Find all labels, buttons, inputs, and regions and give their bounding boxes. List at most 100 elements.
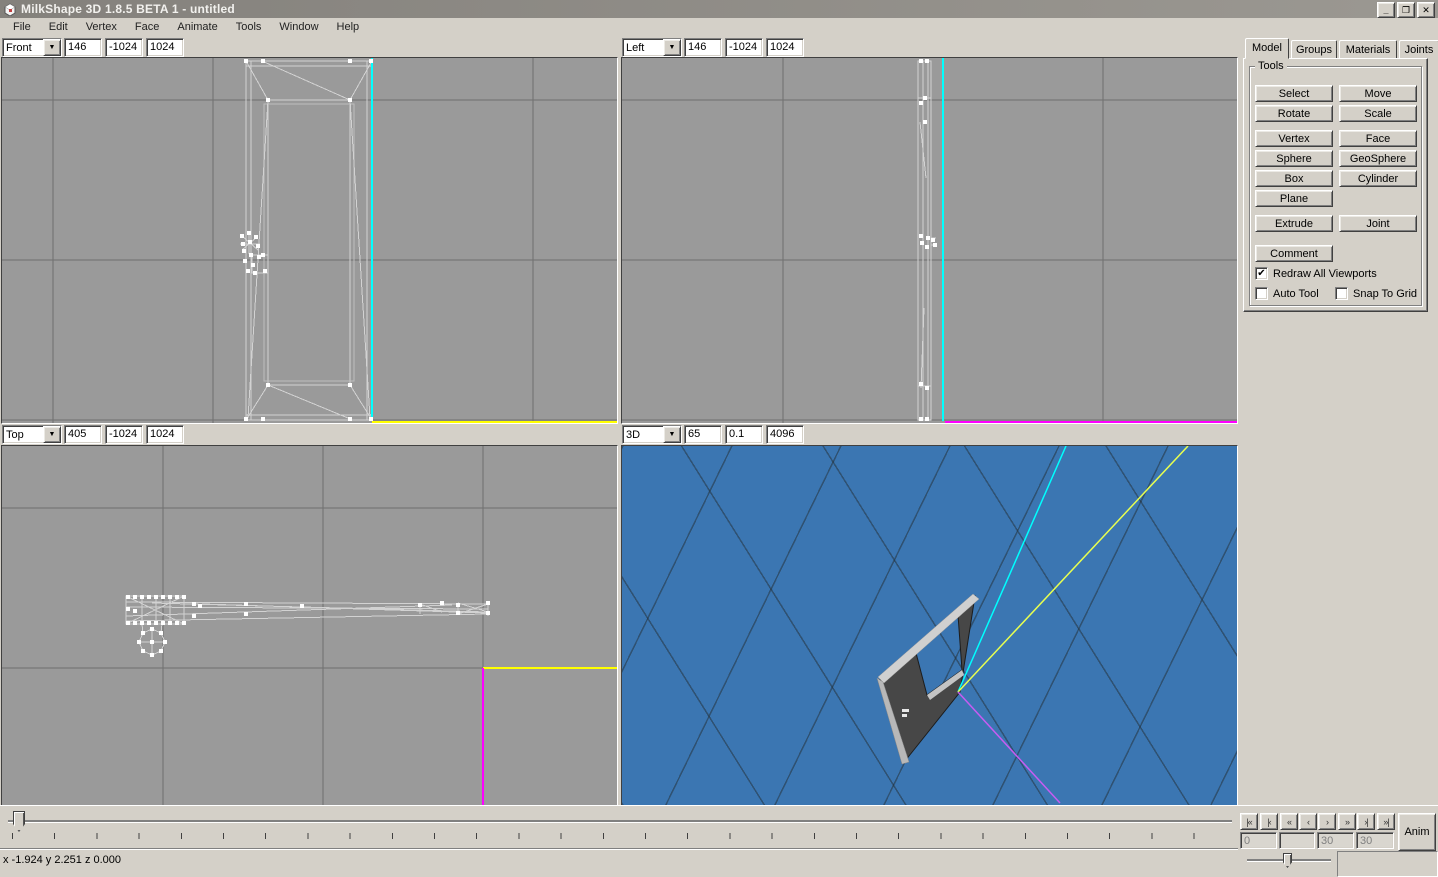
top-zoom-field[interactable]: 405 bbox=[64, 425, 102, 444]
scale-button[interactable]: Scale bbox=[1339, 105, 1417, 122]
tab-model[interactable]: Model bbox=[1245, 38, 1289, 59]
vertex-handle[interactable] bbox=[348, 59, 352, 63]
vertex-handle[interactable] bbox=[133, 595, 137, 599]
timeline-slider-thumb[interactable] bbox=[13, 811, 25, 832]
vertex-handle[interactable] bbox=[248, 240, 252, 244]
vertex-handle[interactable] bbox=[348, 98, 352, 102]
menu-edit[interactable]: Edit bbox=[40, 19, 77, 35]
vertex-handle[interactable] bbox=[175, 621, 179, 625]
vertex-handle[interactable] bbox=[456, 603, 460, 607]
vertex-handle[interactable] bbox=[175, 595, 179, 599]
viewport-front[interactable] bbox=[1, 57, 618, 424]
face-button[interactable]: Face bbox=[1339, 130, 1417, 147]
vertex-handle[interactable] bbox=[163, 640, 167, 644]
vertex-handle[interactable] bbox=[933, 243, 937, 247]
left-view-mode-select[interactable]: Left ▼ bbox=[622, 38, 682, 57]
vertex-handle[interactable] bbox=[261, 253, 265, 257]
vertex-handle[interactable] bbox=[141, 649, 145, 653]
vertex-handle[interactable] bbox=[486, 611, 490, 615]
fast-rewind-button[interactable]: « bbox=[1280, 813, 1298, 830]
prev-keyframe-button[interactable]: |‹ bbox=[1260, 813, 1278, 830]
vertex-handle[interactable] bbox=[147, 621, 151, 625]
vertex-handle[interactable] bbox=[246, 269, 250, 273]
left-min-field[interactable]: -1024 bbox=[725, 38, 763, 57]
vertex-handle[interactable] bbox=[486, 601, 490, 605]
vertex-handle[interactable] bbox=[182, 595, 186, 599]
vertex-handle[interactable] bbox=[263, 269, 267, 273]
front-min-field[interactable]: -1024 bbox=[105, 38, 143, 57]
auto-tool-checkbox[interactable]: Auto Tool bbox=[1255, 287, 1319, 300]
vertex-handle[interactable] bbox=[182, 621, 186, 625]
top-min-field[interactable]: -1024 bbox=[105, 425, 143, 444]
vertex-handle[interactable] bbox=[261, 417, 265, 421]
vertex-handle[interactable] bbox=[150, 627, 154, 631]
vertex-handle[interactable] bbox=[926, 236, 930, 240]
persp-far-field[interactable]: 4096 bbox=[766, 425, 804, 444]
vertex-handle[interactable] bbox=[418, 603, 422, 607]
menu-help[interactable]: Help bbox=[328, 19, 369, 35]
menu-file[interactable]: File bbox=[4, 19, 40, 35]
vertex-handle[interactable] bbox=[133, 609, 137, 613]
joint-button[interactable]: Joint bbox=[1339, 215, 1417, 232]
go-to-end-button[interactable]: »| bbox=[1377, 813, 1395, 830]
geosphere-button[interactable]: GeoSphere bbox=[1339, 150, 1417, 167]
menu-face[interactable]: Face bbox=[126, 19, 168, 35]
vertex-handle[interactable] bbox=[126, 595, 130, 599]
cylinder-button[interactable]: Cylinder bbox=[1339, 170, 1417, 187]
vertex-handle[interactable] bbox=[923, 120, 927, 124]
vertex-handle[interactable] bbox=[247, 231, 251, 235]
vertex-handle[interactable] bbox=[369, 417, 373, 421]
persp-fov-field[interactable]: 65 bbox=[684, 425, 722, 444]
tab-materials[interactable]: Materials bbox=[1339, 40, 1397, 58]
vertex-handle[interactable] bbox=[266, 383, 270, 387]
vertex-handle[interactable] bbox=[150, 653, 154, 657]
snap-to-grid-checkbox[interactable]: Snap To Grid bbox=[1335, 287, 1419, 300]
vertex-handle[interactable] bbox=[249, 253, 253, 257]
move-button[interactable]: Move bbox=[1339, 85, 1417, 102]
vertex-handle[interactable] bbox=[192, 602, 196, 606]
restore-button[interactable]: ❐ bbox=[1397, 2, 1415, 18]
vertex-handle[interactable] bbox=[300, 604, 304, 608]
left-zoom-field[interactable]: 146 bbox=[684, 38, 722, 57]
fast-forward-button[interactable]: » bbox=[1338, 813, 1356, 830]
vertex-handle[interactable] bbox=[256, 244, 260, 248]
next-keyframe-button[interactable]: ›| bbox=[1357, 813, 1375, 830]
vertex-handle[interactable] bbox=[348, 417, 352, 421]
vertex-handle[interactable] bbox=[266, 98, 270, 102]
vertex-handle[interactable] bbox=[192, 614, 196, 618]
timeline-track[interactable] bbox=[8, 820, 1232, 822]
vertex-handle[interactable] bbox=[254, 235, 258, 239]
vertex-handle[interactable] bbox=[919, 101, 923, 105]
viewport-3d[interactable] bbox=[621, 445, 1238, 806]
chevron-down-icon[interactable]: ▼ bbox=[43, 426, 61, 443]
vertex-handle[interactable] bbox=[147, 595, 151, 599]
vertex-button[interactable]: Vertex bbox=[1255, 130, 1333, 147]
top-view-mode-select[interactable]: Top ▼ bbox=[2, 425, 62, 444]
step-forward-button[interactable]: › bbox=[1318, 813, 1336, 830]
comment-button[interactable]: Comment bbox=[1255, 245, 1333, 262]
close-button[interactable]: ✕ bbox=[1417, 2, 1435, 18]
frame-field-2[interactable] bbox=[1279, 832, 1315, 849]
vertex-handle[interactable] bbox=[244, 612, 248, 616]
vertex-handle[interactable] bbox=[925, 417, 929, 421]
vertex-handle[interactable] bbox=[154, 595, 158, 599]
vertex-handle[interactable] bbox=[261, 59, 265, 63]
menu-vertex[interactable]: Vertex bbox=[77, 19, 126, 35]
front-view-mode-select[interactable]: Front ▼ bbox=[2, 38, 62, 57]
menu-animate[interactable]: Animate bbox=[168, 19, 226, 35]
viewport-left[interactable] bbox=[621, 57, 1238, 424]
vertex-handle[interactable] bbox=[159, 649, 163, 653]
vertex-handle[interactable] bbox=[919, 234, 923, 238]
checkbox-box[interactable]: ✔ bbox=[1255, 267, 1268, 280]
redraw-all-viewports-checkbox[interactable]: ✔ Redraw All Viewports bbox=[1255, 267, 1377, 280]
menu-tools[interactable]: Tools bbox=[227, 19, 271, 35]
anim-button[interactable]: Anim bbox=[1398, 813, 1436, 851]
vertex-handle[interactable] bbox=[126, 621, 130, 625]
viewport-top[interactable] bbox=[1, 445, 618, 806]
chevron-down-icon[interactable]: ▼ bbox=[43, 39, 61, 56]
vertex-handle[interactable] bbox=[919, 382, 923, 386]
front-zoom-field[interactable]: 146 bbox=[64, 38, 102, 57]
speed-slider-thumb[interactable] bbox=[1283, 853, 1292, 868]
vertex-handle[interactable] bbox=[161, 621, 165, 625]
vertex-handle[interactable] bbox=[159, 631, 163, 635]
